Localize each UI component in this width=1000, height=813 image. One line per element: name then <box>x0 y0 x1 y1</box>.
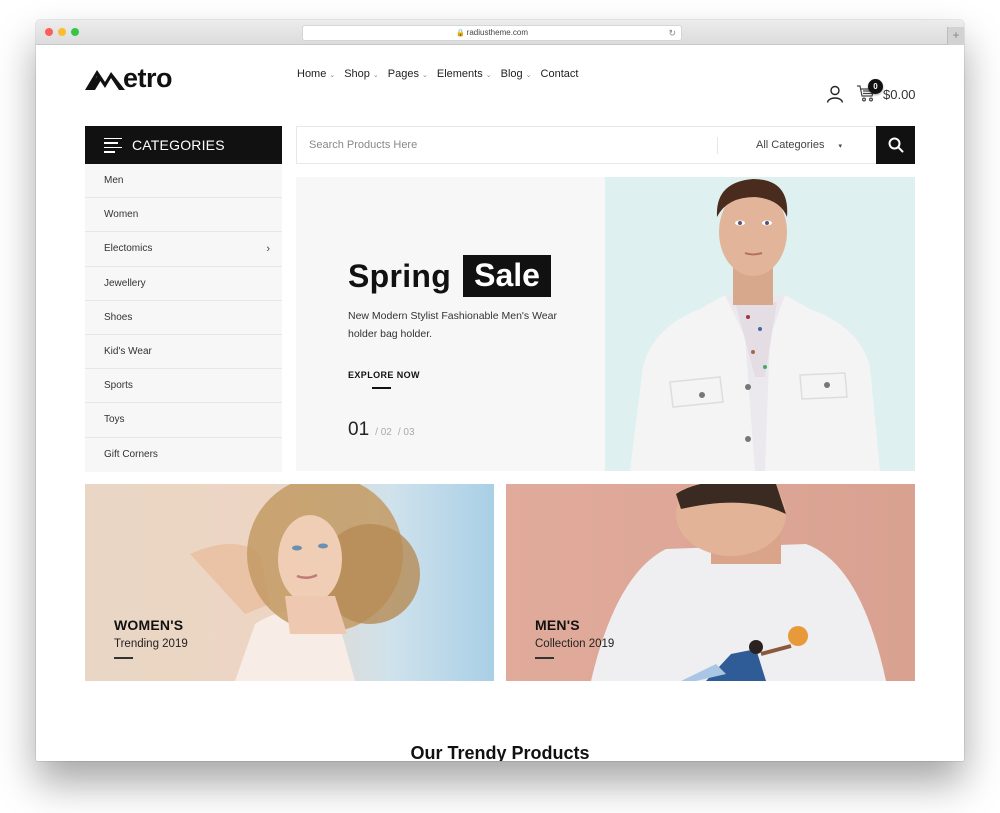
reload-icon[interactable]: ↻ <box>668 26 676 40</box>
search-bar: All Categories ▾ <box>296 126 915 164</box>
category-item-jewellery[interactable]: Jewellery <box>85 267 282 301</box>
category-item-toys[interactable]: Toys <box>85 403 282 438</box>
url-text: radiustheme.com <box>466 28 529 37</box>
categories-list: Men Women Electomics › Jewellery Shoes Ki… <box>85 164 282 472</box>
slide-current[interactable]: 01 <box>348 419 369 441</box>
nav-blog[interactable]: Blog ⌄ <box>501 68 532 80</box>
chevron-down-icon: ⌄ <box>329 71 336 79</box>
logo-mark-icon <box>85 70 125 90</box>
slide-02[interactable]: / 02 <box>375 427 392 438</box>
promo-women-image <box>190 484 420 681</box>
browser-window: 🔒radiustheme.com ↻ + etro Home ⌄ Shop ⌄ <box>36 20 964 761</box>
category-item-men[interactable]: Men <box>85 164 282 199</box>
search-input[interactable] <box>297 127 717 163</box>
category-item-sports[interactable]: Sports <box>85 369 282 404</box>
category-label: Shoes <box>104 311 133 323</box>
page: etro Home ⌄ Shop ⌄ Pages ⌄ Elements ⌄ Bl… <box>36 45 964 761</box>
search-divider <box>717 137 718 154</box>
slide-pagination: 01 / 02 / 03 <box>348 419 415 441</box>
main-nav: Home ⌄ Shop ⌄ Pages ⌄ Elements ⌄ Blog ⌄ … <box>297 68 587 80</box>
maximize-window-button[interactable] <box>71 28 79 36</box>
hero-model-image <box>605 177 915 471</box>
explore-now-link[interactable]: EXPLORE NOW <box>348 370 420 380</box>
nav-label: Home <box>297 68 327 80</box>
category-item-electronics[interactable]: Electomics › <box>85 232 282 267</box>
slide-03[interactable]: / 03 <box>398 427 415 438</box>
category-label: Kid's Wear <box>104 346 152 358</box>
category-item-women[interactable]: Women <box>85 198 282 233</box>
category-label: Toys <box>104 414 125 426</box>
nav-pages[interactable]: Pages ⌄ <box>388 68 428 80</box>
nav-label: Shop <box>344 68 370 80</box>
nav-shop[interactable]: Shop ⌄ <box>344 68 379 80</box>
cart-total[interactable]: $0.00 <box>883 87 916 102</box>
hero-description: New Modern Stylist Fashionable Men's Wea… <box>348 310 557 340</box>
address-bar[interactable]: 🔒 radiustheme.com ↻ <box>302 25 682 41</box>
search-button[interactable] <box>876 126 915 164</box>
hero-title: Spring Sale <box>348 255 551 297</box>
category-label: Electomics <box>104 243 153 255</box>
hero-title-word: Spring <box>348 257 452 294</box>
nav-home[interactable]: Home ⌄ <box>297 68 335 80</box>
category-label: Women <box>104 209 139 221</box>
nav-label: Pages <box>387 68 419 80</box>
nav-elements[interactable]: Elements ⌄ <box>437 68 492 80</box>
category-item-shoes[interactable]: Shoes <box>85 301 282 335</box>
lock-icon: 🔒 <box>455 30 465 37</box>
promo-underline <box>535 657 554 659</box>
promo-title: MEN'S <box>535 617 580 633</box>
category-label: Gift Corners <box>104 449 158 461</box>
chevron-down-icon: ⌄ <box>485 71 492 79</box>
minimize-window-button[interactable] <box>58 28 66 36</box>
user-account-icon[interactable] <box>826 85 844 108</box>
search-icon <box>888 137 903 153</box>
new-tab-button[interactable]: + <box>947 27 964 45</box>
chevron-down-icon: ⌄ <box>525 71 532 79</box>
category-label: Sports <box>104 380 133 392</box>
category-label: Jewellery <box>104 277 146 289</box>
logo-text: etro <box>123 63 173 93</box>
category-select-value: All Categories <box>756 139 825 151</box>
promo-title: WOMEN'S <box>114 617 184 633</box>
caret-down-icon: ▾ <box>838 143 842 150</box>
nav-label: Blog <box>500 68 523 80</box>
cart-count-badge: 0 <box>868 79 883 94</box>
category-item-gift-corners[interactable]: Gift Corners <box>85 438 282 472</box>
hamburger-icon <box>104 135 122 156</box>
chevron-down-icon: ⌄ <box>372 71 379 79</box>
nav-label: Contact <box>540 68 579 80</box>
nav-label: Elements <box>436 68 483 80</box>
promo-subtitle: Collection 2019 <box>535 638 615 650</box>
promo-banner-men[interactable]: MEN'S Collection 2019 <box>506 484 915 681</box>
promo-banner-women[interactable]: WOMEN'S Trending 2019 <box>85 484 494 681</box>
promo-men-image <box>591 484 886 681</box>
chevron-right-icon: › <box>266 242 270 255</box>
hero-slider: Spring Sale New Modern Stylist Fashionab… <box>296 177 915 471</box>
chevron-down-icon: ⌄ <box>422 71 428 79</box>
trendy-products-title: Our Trendy Products <box>410 743 590 761</box>
browser-titlebar: 🔒 radiustheme.com ↻ + <box>36 20 964 45</box>
category-item-kids-wear[interactable]: Kid's Wear <box>85 335 282 370</box>
nav-contact[interactable]: Contact <box>541 68 579 80</box>
promo-subtitle: Trending 2019 <box>114 638 188 650</box>
categories-header[interactable]: CATEGORIES <box>85 126 282 164</box>
categories-title: CATEGORIES <box>132 137 225 153</box>
hero-title-highlight: Sale <box>463 255 551 297</box>
category-label: Men <box>104 175 124 187</box>
close-window-button[interactable] <box>45 28 53 36</box>
site-logo[interactable]: etro <box>85 62 173 93</box>
category-select[interactable]: All Categories ▾ <box>756 139 842 151</box>
cta-underline <box>372 387 391 389</box>
promo-underline <box>114 657 133 659</box>
